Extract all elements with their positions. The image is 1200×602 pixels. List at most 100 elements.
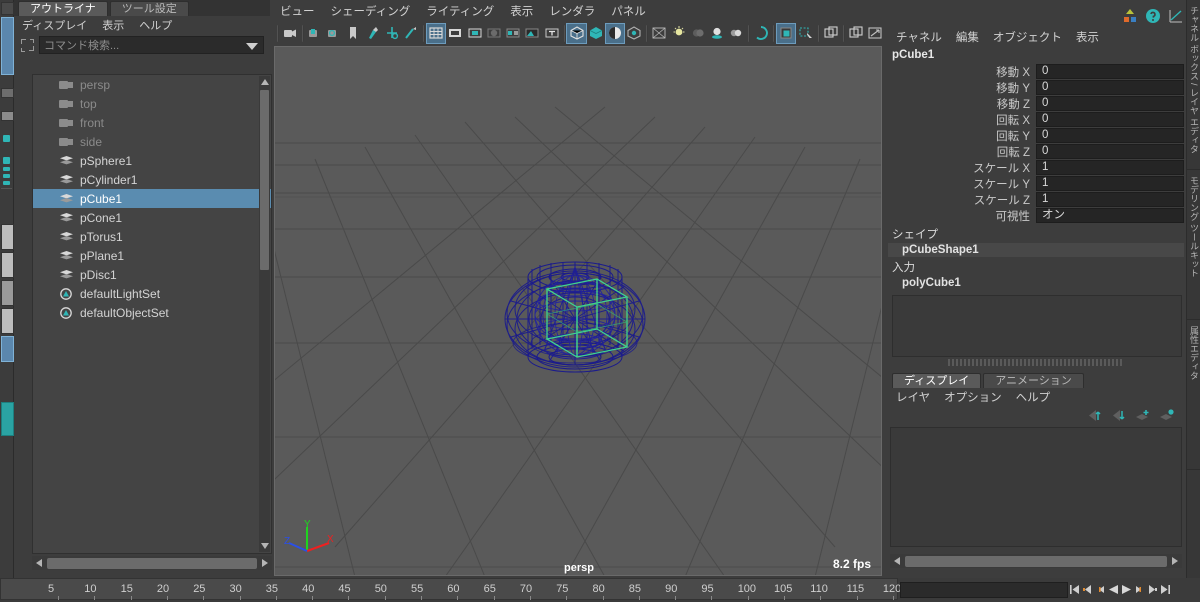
scroll-left-button[interactable] (32, 556, 46, 570)
step-back-key-icon[interactable] (1094, 582, 1107, 598)
menu-layers[interactable]: レイヤ (896, 389, 930, 405)
attribute-value-field[interactable]: オン (1036, 208, 1184, 223)
ao-icon[interactable] (708, 24, 726, 43)
step-forward-frame-icon[interactable] (1146, 582, 1159, 598)
menu-show[interactable]: 表示 (510, 3, 533, 19)
textured-shading-icon[interactable] (625, 24, 643, 43)
menu-display[interactable]: ディスプレイ (22, 17, 87, 33)
hud-text-icon[interactable] (542, 24, 560, 43)
resolution-gate-icon[interactable] (466, 24, 484, 43)
menu-lighting[interactable]: ライティング (426, 3, 494, 19)
menu-renderer[interactable]: レンダラ (549, 3, 595, 19)
menu-help[interactable]: ヘルプ (139, 17, 172, 33)
outliner-vertical-scrollbar[interactable] (259, 76, 270, 552)
tool-icon[interactable] (1, 224, 14, 250)
attribute-value-field[interactable]: 0 (1036, 112, 1184, 127)
scroll-up-button[interactable] (259, 76, 270, 88)
shape-node-item[interactable]: pCubeShape1 (888, 243, 1184, 257)
tool-icon[interactable] (3, 157, 10, 164)
vtab-channel-box-layer-editor[interactable]: チャネル ボックス / レイヤ エディタ (1187, 0, 1200, 170)
layer-new-icon[interactable] (1135, 409, 1150, 422)
time-slider[interactable]: 5 10 15 20 25 30 35 40 45 50 55 60 65 70 75 80 85 90 95 100… (0, 578, 901, 600)
attribute-value-field[interactable]: 0 (1036, 144, 1184, 159)
menu-show[interactable]: 表示 (1076, 29, 1099, 45)
outliner-item-side[interactable]: side (33, 132, 271, 151)
layer-list[interactable] (890, 427, 1182, 547)
shaded-wireframe-icon[interactable] (604, 22, 626, 44)
paint-effects-icon[interactable] (364, 24, 382, 43)
input-node-item[interactable]: polyCube1 (888, 276, 1184, 290)
scroll-thumb[interactable] (905, 555, 1167, 567)
camera-lock-icon[interactable] (306, 24, 324, 43)
layer-move-down-icon[interactable] (1111, 409, 1126, 422)
play-forwards-icon[interactable] (1120, 582, 1133, 598)
move-tool-icon[interactable] (383, 24, 401, 43)
outliner-item-persp[interactable]: persp (33, 75, 271, 94)
outliner-item-pcone1[interactable]: pCone1 (33, 208, 271, 227)
motion-blur-icon[interactable] (727, 24, 745, 43)
tool-icon[interactable] (1, 111, 14, 121)
panel-resize-grip[interactable] (948, 359, 1124, 366)
attribute-value-field[interactable]: 0 (1036, 96, 1184, 111)
attribute-value-field[interactable]: 1 (1036, 176, 1184, 191)
tool-icon[interactable] (3, 181, 10, 185)
tool-icon[interactable] (3, 135, 10, 142)
tool-icon-selected[interactable] (1, 17, 14, 75)
menu-help[interactable]: ヘルプ (1016, 389, 1051, 405)
aa-toggle-icon[interactable] (752, 24, 770, 43)
image-plane-icon[interactable] (523, 24, 541, 43)
outliner-item-front[interactable]: front (33, 113, 271, 132)
view-transform-icon[interactable] (866, 24, 884, 43)
xray-joints-icon[interactable] (847, 24, 865, 43)
outliner-item-pplane1[interactable]: pPlane1 (33, 246, 271, 265)
film-gate-icon[interactable] (446, 24, 464, 43)
menu-panels[interactable]: パネル (611, 3, 646, 19)
bookmark-icon[interactable] (344, 24, 362, 43)
menu-edit[interactable]: 編集 (956, 29, 979, 45)
help-icon[interactable] (1145, 8, 1161, 24)
camera-attributes-icon[interactable] (325, 24, 343, 43)
outliner-list[interactable]: persp top front side pSphere1 pCylinder1 pCube… (32, 74, 272, 554)
tool-icon[interactable] (3, 167, 10, 171)
scroll-thumb[interactable] (47, 557, 257, 569)
step-back-frame-icon[interactable] (1081, 582, 1094, 598)
layer-new-from-selected-icon[interactable] (1159, 408, 1174, 422)
tool-icon[interactable] (1, 2, 14, 15)
menu-view[interactable]: ビュー (280, 3, 315, 19)
tool-icon[interactable] (1, 308, 14, 334)
tab-display-layers[interactable]: ディスプレイ (892, 373, 982, 388)
menu-channels[interactable]: チャネル (896, 29, 942, 45)
gate-mask-icon[interactable] (485, 24, 503, 43)
xray-icon[interactable] (821, 24, 839, 43)
outliner-item-ptorus1[interactable]: pTorus1 (33, 227, 271, 246)
outliner-item-psphere1[interactable]: pSphere1 (33, 151, 271, 170)
menu-shading[interactable]: シェーディング (331, 3, 411, 19)
tool-icon-selected[interactable] (1, 336, 14, 362)
outliner-horizontal-scrollbar[interactable] (32, 556, 272, 570)
isolate-select-icon[interactable] (796, 24, 814, 43)
tool-icon[interactable] (3, 174, 10, 178)
scroll-thumb[interactable] (260, 90, 269, 270)
tool-icon[interactable] (1, 252, 14, 278)
exposure-icon[interactable] (776, 22, 797, 44)
playback-range-field[interactable] (900, 581, 1068, 598)
layer-move-up-icon[interactable] (1087, 409, 1102, 422)
attribute-value-field[interactable]: 1 (1036, 160, 1184, 175)
outliner-item-top[interactable]: top (33, 94, 271, 113)
lighting-icon[interactable] (669, 24, 687, 43)
attribute-value-field[interactable]: 0 (1036, 80, 1184, 95)
tab-outliner[interactable]: アウトライナ (18, 1, 108, 16)
layer-editor-horizontal-scrollbar[interactable] (890, 554, 1182, 568)
outliner-item-defaultobjectset[interactable]: defaultObjectSet (33, 303, 271, 322)
scroll-right-button[interactable] (258, 556, 272, 570)
go-to-start-icon[interactable] (1068, 582, 1081, 598)
outliner-item-defaultlightset[interactable]: defaultLightSet (33, 284, 271, 303)
grid-toggle-icon[interactable] (426, 22, 447, 44)
tool-icon[interactable] (1, 88, 14, 98)
outliner-item-pcube1[interactable]: pCube1 (33, 189, 271, 208)
search-input[interactable]: コマンド検索... (39, 36, 264, 54)
scroll-right-button[interactable] (1168, 554, 1182, 568)
go-to-end-icon[interactable] (1159, 582, 1172, 598)
tool-icon[interactable] (1, 402, 14, 436)
vtab-modeling-toolkit[interactable]: モデリング ツールキット (1187, 170, 1200, 320)
